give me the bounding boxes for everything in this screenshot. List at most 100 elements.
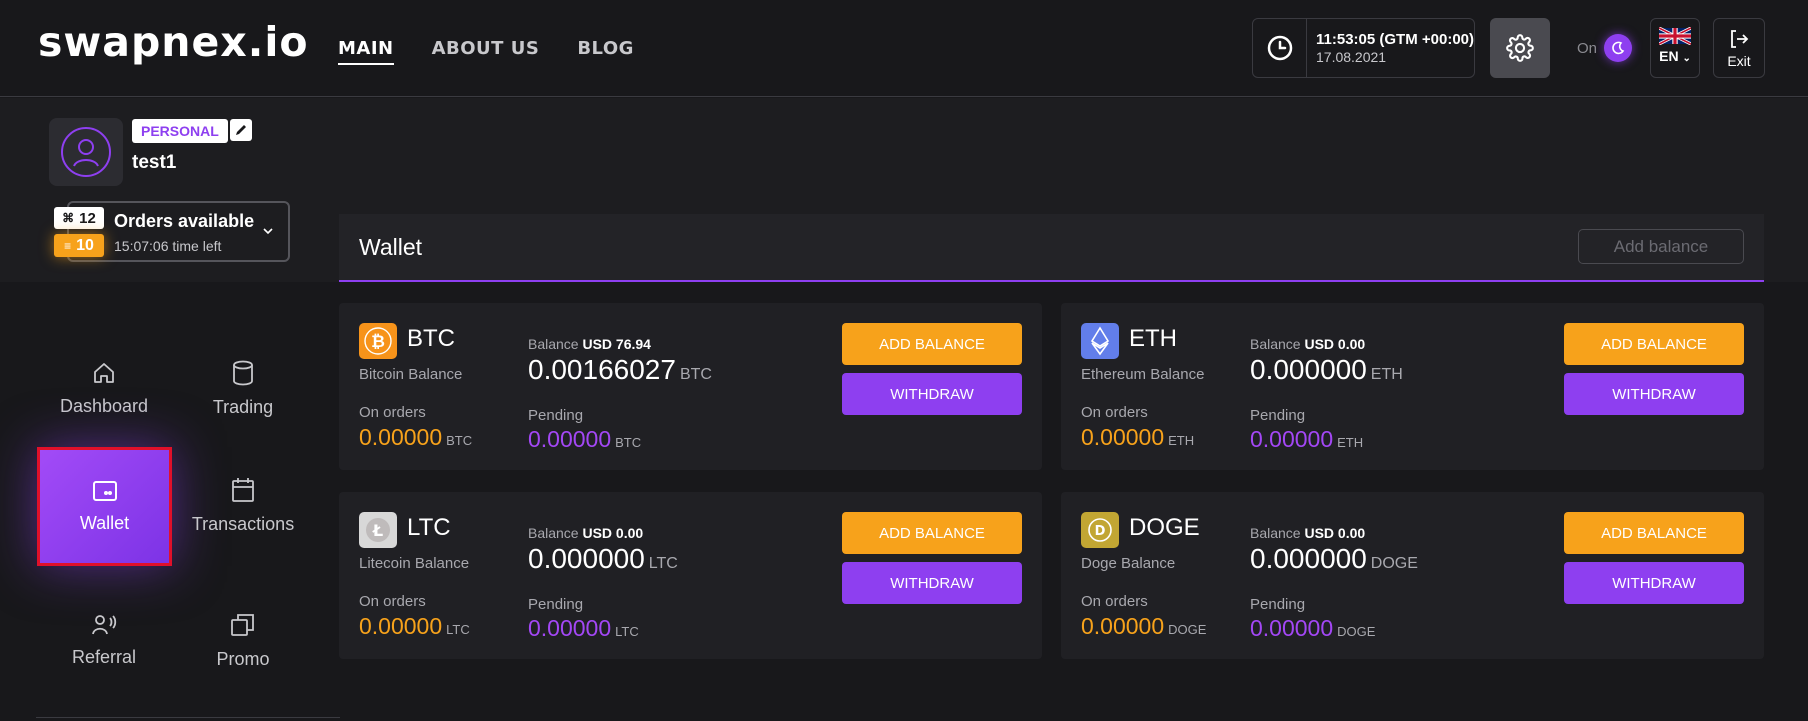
- withdraw-button[interactable]: WITHDRAW: [1564, 562, 1744, 604]
- language-label: EN: [1659, 48, 1679, 64]
- theme-label: On: [1577, 39, 1598, 57]
- username: test1: [132, 152, 177, 173]
- coin-balance-name: Bitcoin Balance: [359, 366, 463, 383]
- sidebar-label-wallet: Wallet: [79, 513, 130, 533]
- exit-button[interactable]: Exit: [1713, 18, 1765, 78]
- sidebar-item-dashboard[interactable]: Dashboard: [37, 332, 171, 444]
- orders-title: Orders available: [114, 211, 255, 231]
- orders-orange-badge: ≡ 10: [54, 234, 104, 257]
- sidebar-label-referral: Referral: [71, 646, 137, 667]
- balance-usd: USD 76.94: [582, 336, 651, 352]
- on-orders-label: On orders: [1081, 404, 1148, 421]
- balance-usd: USD 0.00: [1304, 336, 1366, 352]
- wallet-card-btc: ₿ BTC Bitcoin Balance On orders 0.00000 B…: [339, 303, 1042, 470]
- page-title: Wallet: [359, 234, 423, 260]
- edit-profile-button[interactable]: [230, 119, 252, 141]
- home-icon: [94, 362, 114, 383]
- equals-icon: ≡: [64, 238, 72, 253]
- header: swapnex.io MAIN ABOUT US BLOG 11:53:05 (…: [0, 0, 1808, 97]
- on-orders-value: 0.00000 DOGE: [1081, 613, 1207, 639]
- settings-button[interactable]: [1490, 18, 1550, 78]
- main-nav: MAIN ABOUT US BLOG: [338, 38, 634, 65]
- nav-blog[interactable]: BLOG: [577, 38, 634, 65]
- sidebar-divider: [36, 717, 340, 718]
- sidebar-item-wallet[interactable]: Wallet: [37, 447, 172, 566]
- add-balance-button[interactable]: ADD BALANCE: [1564, 323, 1744, 365]
- balance-usd: USD 0.00: [582, 525, 644, 541]
- balance-label: Balance USD 0.00: [1250, 336, 1366, 352]
- add-balance-button[interactable]: ADD BALANCE: [842, 323, 1022, 365]
- wallet-icon: [92, 481, 117, 501]
- moon-icon: [1604, 34, 1633, 62]
- ethereum-icon: [1081, 323, 1119, 359]
- pending-value: 0.00000 LTC: [528, 615, 639, 641]
- balance-value: 0.000000 LTC: [528, 543, 678, 574]
- clock-time: 11:53:05: [1316, 31, 1376, 48]
- clock-icon: [1253, 19, 1307, 77]
- balance-value: 0.00166027 BTC: [528, 354, 712, 385]
- theme-toggle[interactable]: On: [1577, 34, 1633, 62]
- user-icon: [61, 127, 111, 177]
- add-balance-button[interactable]: ADD BALANCE: [1564, 512, 1744, 554]
- orders-count-badge: ⌘ 12: [54, 207, 104, 229]
- sidebar-label-dashboard: Dashboard: [59, 395, 149, 416]
- database-icon: [233, 360, 253, 385]
- svg-text:Ł: Ł: [372, 521, 383, 540]
- clock-zone: (GTM +00:00): [1379, 31, 1474, 48]
- account-type-badge: PERSONAL: [132, 119, 228, 143]
- orders-time-left: 15:07:06 time left: [114, 238, 222, 254]
- coin-symbol: BTC: [407, 325, 455, 352]
- nav-about-us[interactable]: ABOUT US: [432, 38, 540, 65]
- on-orders-label: On orders: [1081, 593, 1148, 610]
- command-icon: ⌘: [62, 211, 75, 225]
- sidebar-label-promo: Promo: [216, 648, 270, 669]
- pending-value: 0.00000 BTC: [528, 426, 642, 452]
- litecoin-icon: Ł: [359, 512, 397, 548]
- calendar-icon: [232, 477, 254, 502]
- wallet-card-ltc: Ł LTC Litecoin Balance On orders 0.00000…: [339, 492, 1042, 659]
- dogecoin-icon: D: [1081, 512, 1119, 548]
- sidebar-item-referral[interactable]: Referral: [37, 584, 171, 696]
- orders-count: 12: [79, 209, 96, 227]
- wallet-header: Wallet Add balance: [339, 214, 1764, 282]
- sidebar-label-trading: Trading: [212, 396, 274, 417]
- sidebar-item-trading[interactable]: Trading: [176, 332, 310, 444]
- withdraw-button[interactable]: WITHDRAW: [1564, 373, 1744, 415]
- on-orders-label: On orders: [359, 593, 426, 610]
- pending-value: 0.00000 DOGE: [1250, 615, 1376, 641]
- wallet-card-eth: ETH Ethereum Balance On orders 0.00000 ET…: [1061, 303, 1764, 470]
- add-balance-button[interactable]: ADD BALANCE: [842, 512, 1022, 554]
- sidebar-label-transactions: Transactions: [191, 513, 295, 534]
- sidebar-item-promo[interactable]: Promo: [176, 584, 310, 696]
- on-orders-value: 0.00000 LTC: [359, 613, 470, 639]
- bitcoin-icon: ₿: [359, 323, 397, 359]
- balance-label: Balance USD 0.00: [528, 525, 644, 541]
- clock-date: 17.08.2021: [1316, 49, 1387, 65]
- coin-balance-name: Doge Balance: [1081, 555, 1176, 572]
- coin-balance-name: Ethereum Balance: [1081, 366, 1205, 383]
- referral-icon: [92, 614, 117, 634]
- balance-value: 0.000000 ETH: [1250, 354, 1403, 385]
- gear-icon: [1506, 34, 1534, 62]
- on-orders-value: 0.00000 ETH: [1081, 424, 1195, 450]
- balance-value: 0.000000 DOGE: [1250, 543, 1418, 574]
- sidebar-item-transactions[interactable]: Transactions: [176, 449, 310, 561]
- avatar[interactable]: [49, 118, 123, 186]
- withdraw-button[interactable]: WITHDRAW: [842, 562, 1022, 604]
- pending-label: Pending: [528, 407, 584, 424]
- pending-label: Pending: [1250, 407, 1306, 424]
- exit-label: Exit: [1727, 53, 1751, 69]
- chevron-down-icon: ⌄: [1682, 53, 1691, 64]
- pending-value: 0.00000 ETH: [1250, 426, 1364, 452]
- on-orders-label: On orders: [359, 404, 426, 421]
- add-balance-header-button[interactable]: Add balance: [1578, 229, 1744, 264]
- uk-flag-icon: [1659, 27, 1691, 45]
- language-selector[interactable]: EN ⌄: [1650, 18, 1700, 78]
- nav-main[interactable]: MAIN: [338, 38, 394, 65]
- chevron-down-icon: [263, 228, 273, 235]
- balance-label: Balance USD 0.00: [1250, 525, 1366, 541]
- withdraw-button[interactable]: WITHDRAW: [842, 373, 1022, 415]
- coin-symbol: ETH: [1129, 325, 1177, 352]
- logo[interactable]: swapnex.io: [38, 18, 309, 66]
- balance-label: Balance USD 76.94: [528, 336, 651, 352]
